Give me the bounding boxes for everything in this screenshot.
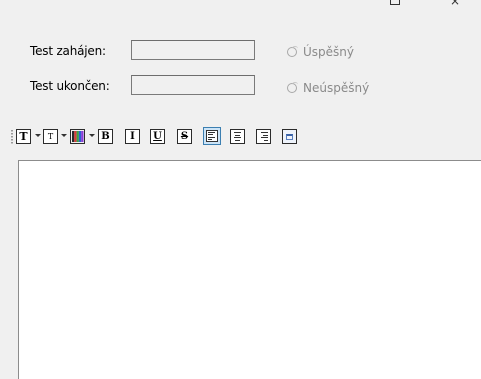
close-icon[interactable]: ×	[448, 0, 462, 8]
test-end-field[interactable]	[131, 75, 255, 95]
font-dropdown-arrow-icon[interactable]	[35, 134, 41, 137]
color-bar	[76, 131, 79, 142]
success-radio[interactable]: Úspěšný	[287, 45, 354, 59]
minimize-icon[interactable]	[388, 0, 402, 8]
title-bar: ×	[0, 0, 481, 16]
text-color-icon[interactable]	[70, 129, 85, 144]
insert-table-icon[interactable]	[282, 129, 297, 144]
color-bar	[78, 131, 82, 142]
success-radio-label: Úspěšný	[303, 45, 354, 59]
text-editor-area[interactable]	[18, 160, 481, 379]
formatting-toolbar: T T B I U S	[0, 124, 481, 150]
toolbar-grip[interactable]	[11, 130, 13, 144]
underline-icon[interactable]: U	[150, 129, 165, 144]
align-right-icon[interactable]	[256, 129, 271, 144]
color-bar	[74, 131, 77, 142]
align-center-icon[interactable]	[230, 129, 245, 144]
failure-radio-label: Neúspěšný	[303, 81, 370, 95]
font-size-dropdown-arrow-icon[interactable]	[61, 134, 67, 137]
align-left-icon	[206, 130, 218, 142]
font-icon[interactable]: T	[16, 129, 31, 144]
color-bars-graphic	[70, 129, 85, 144]
failure-radio[interactable]: Neúspěšný	[287, 81, 369, 95]
test-start-field[interactable]	[131, 40, 255, 60]
italic-icon[interactable]: I	[125, 129, 140, 144]
test-start-label: Test zahájen:	[30, 44, 106, 58]
color-bar	[72, 131, 75, 142]
test-end-label: Test ukončen:	[30, 79, 110, 93]
align-left-button[interactable]	[203, 127, 221, 145]
font-size-icon[interactable]: T	[43, 129, 58, 144]
text-color-dropdown-arrow-icon[interactable]	[89, 134, 95, 137]
bold-icon[interactable]: B	[98, 129, 113, 144]
color-bar	[81, 131, 84, 142]
radio-icon	[287, 46, 298, 57]
strikethrough-icon[interactable]: S	[177, 129, 192, 144]
radio-icon	[287, 82, 298, 93]
